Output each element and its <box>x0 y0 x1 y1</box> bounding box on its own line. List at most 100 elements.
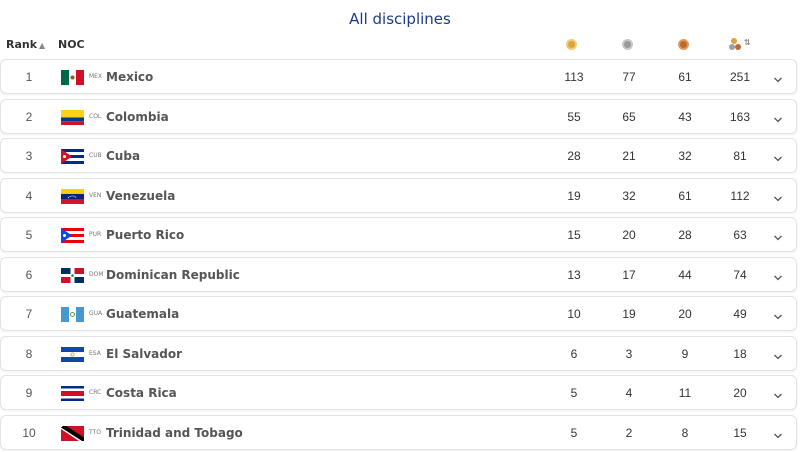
gold-count: 19 <box>567 188 581 203</box>
noc-code: TTO <box>89 428 101 436</box>
gold-count: 13 <box>567 267 581 282</box>
page-title: All disciplines <box>349 10 451 28</box>
table-row[interactable]: 1 MEX Mexico 113 77 61 251 <box>0 59 797 94</box>
flag-icon-cub <box>61 149 84 164</box>
country-name[interactable]: Dominican Republic <box>106 268 240 282</box>
noc-code: PUR <box>89 231 102 238</box>
total-count: 20 <box>733 386 747 400</box>
flag-icon-crc <box>61 386 84 401</box>
country-name[interactable]: Costa Rica <box>106 386 177 400</box>
country-name[interactable]: Guatemala <box>106 307 179 321</box>
flag-icon-col <box>61 109 84 125</box>
flag-icon-esa <box>61 346 84 362</box>
chevron-down-icon[interactable] <box>773 191 783 201</box>
silver-count: 2 <box>625 425 633 440</box>
rank-cell: 7 <box>25 307 33 321</box>
table-row[interactable]: 5 PUR Puerto Rico 15 20 28 63 <box>0 217 797 252</box>
sort-icon[interactable]: ▲︎ <box>39 41 45 50</box>
total-count: 251 <box>729 70 751 84</box>
gold-count: 5 <box>570 386 578 400</box>
bronze-count: 61 <box>678 70 692 84</box>
rank-cell: 1 <box>25 70 33 84</box>
rank-cell: 3 <box>25 149 33 163</box>
silver-count: 4 <box>625 386 633 400</box>
chevron-down-icon[interactable] <box>773 72 783 83</box>
gold-count: 10 <box>567 307 581 321</box>
country-name[interactable]: Puerto Rico <box>106 228 184 242</box>
table-row[interactable]: 3 CUB Cuba 28 21 32 81 <box>0 138 797 173</box>
silver-count: 20 <box>622 228 636 242</box>
bronze-count: 11 <box>678 386 692 400</box>
rank-column-header[interactable]: Rank ▲︎ <box>6 38 45 51</box>
silver-count: 21 <box>622 149 636 163</box>
flag-icon-dom <box>61 267 84 283</box>
sort-icon[interactable]: ⇅ <box>744 38 751 47</box>
chevron-down-icon[interactable] <box>773 151 783 162</box>
silver-count: 32 <box>622 188 636 203</box>
bronze-count: 43 <box>678 109 692 124</box>
country-name[interactable]: Colombia <box>106 110 169 124</box>
gold-count: 113 <box>564 70 584 84</box>
flag-icon-mex <box>61 70 84 85</box>
bronze-count: 20 <box>678 307 692 321</box>
total-count: 49 <box>733 307 747 321</box>
chevron-down-icon[interactable] <box>773 309 783 320</box>
country-name[interactable]: Cuba <box>106 149 140 163</box>
gold-count: 55 <box>567 109 581 124</box>
gold-count: 5 <box>570 425 578 440</box>
table-row[interactable]: 4 VEN Venezuela 19 32 61 112 <box>0 177 797 213</box>
noc-code: DOM <box>89 270 104 278</box>
silver-count: 3 <box>625 346 633 361</box>
noc-code: VEN <box>89 191 102 199</box>
total-count: 81 <box>733 149 747 163</box>
noc-code: CUB <box>89 152 102 159</box>
total-count: 63 <box>733 228 747 242</box>
table-row[interactable]: 2 COL Colombia 55 65 43 163 <box>0 98 797 134</box>
silver-count: 77 <box>622 70 636 84</box>
table-row[interactable]: 6 DOM Dominican Republic 13 17 44 74 <box>0 256 797 292</box>
chevron-down-icon[interactable] <box>773 112 783 122</box>
gold-count: 28 <box>567 149 581 163</box>
country-name[interactable]: Trinidad and Tobago <box>106 426 243 440</box>
chevron-down-icon[interactable] <box>773 428 783 438</box>
silver-count: 65 <box>622 109 636 124</box>
bronze-count: 9 <box>681 346 689 361</box>
flag-icon-pur <box>61 228 84 243</box>
bronze-count: 61 <box>678 188 692 203</box>
gold-medal-icon <box>566 39 577 50</box>
rank-cell: 10 <box>22 425 36 440</box>
rank-cell: 4 <box>25 188 33 203</box>
noc-code: CRC <box>89 389 102 396</box>
silver-count: 17 <box>622 267 636 282</box>
total-count: 163 <box>729 109 751 124</box>
flag-icon-tto <box>61 425 84 441</box>
medals-stack-icon-part <box>735 44 741 50</box>
total-medals-sort-header[interactable]: ⇅ <box>729 37 753 53</box>
rank-cell: 6 <box>25 267 33 282</box>
chevron-down-icon[interactable] <box>773 388 783 399</box>
rank-cell: 2 <box>25 109 33 124</box>
country-name[interactable]: El Salvador <box>106 347 182 361</box>
chevron-down-icon[interactable] <box>773 270 783 280</box>
chevron-down-icon[interactable] <box>773 230 783 241</box>
chevron-down-icon[interactable] <box>773 349 783 359</box>
total-count: 15 <box>733 425 747 440</box>
rank-cell: 8 <box>25 346 33 361</box>
table-row[interactable]: 10 TTO Trinidad and Tobago 5 2 8 15 <box>0 414 797 450</box>
bronze-medal-icon <box>678 39 689 50</box>
country-name[interactable]: Venezuela <box>106 189 175 203</box>
noc-code: COL <box>89 112 102 120</box>
total-count: 18 <box>733 346 747 361</box>
noc-code: GUA <box>89 310 103 317</box>
table-row[interactable]: 8 ESA El Salvador 6 3 9 18 <box>0 335 797 371</box>
gold-count: 6 <box>570 346 578 361</box>
flag-icon-gua <box>61 307 84 322</box>
table-row[interactable]: 7 GUA Guatemala 10 19 20 49 <box>0 296 797 331</box>
table-row[interactable]: 9 CRC Costa Rica 5 4 11 20 <box>0 375 797 410</box>
rank-cell: 9 <box>25 386 33 400</box>
total-count: 74 <box>733 267 747 282</box>
country-name[interactable]: Mexico <box>106 70 153 84</box>
bronze-count: 8 <box>681 425 689 440</box>
bronze-count: 44 <box>678 267 692 282</box>
rank-header-label: Rank <box>6 38 38 51</box>
